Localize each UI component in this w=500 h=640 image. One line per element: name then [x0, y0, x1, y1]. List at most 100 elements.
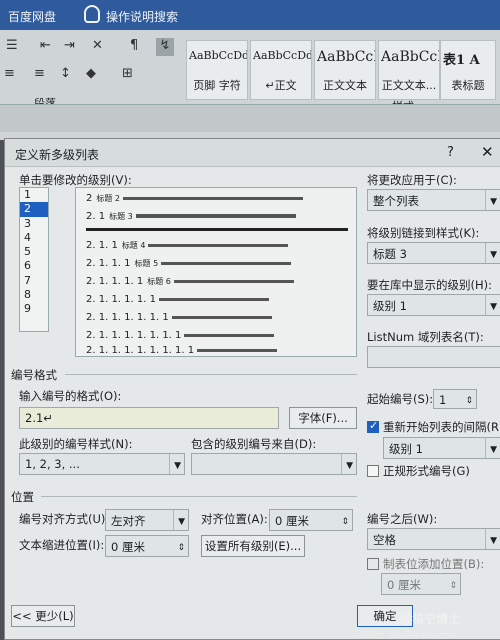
numbering-icon[interactable]: ☰ [6, 38, 18, 56]
set-all-levels-button[interactable]: 设置所有级别(E)... [201, 535, 305, 557]
tab-add-stepper[interactable]: 0 厘米 ⇕ [381, 573, 461, 595]
spin-icon[interactable]: ⇕ [449, 581, 457, 591]
include-level-select[interactable]: ▼ [191, 453, 357, 475]
ruler [0, 104, 500, 132]
preview-number: 2. 1. 1. 1 [86, 257, 131, 269]
enter-format-input[interactable]: 2.1↵ [19, 407, 279, 429]
spin-icon[interactable]: ⇕ [341, 517, 349, 527]
preview-text-line [148, 243, 289, 247]
preview-text-line [135, 214, 296, 218]
style-body-text-2[interactable]: AaBbCcI 正文文本... [378, 40, 440, 100]
style-sample: AaBbCcDdEe [189, 49, 247, 62]
align-at-label: 对齐位置(A): [201, 512, 268, 526]
style-footer-char[interactable]: AaBbCcDdEe 页脚 字符 [186, 40, 248, 100]
level-item[interactable]: 2 [20, 202, 48, 217]
chevron-down-icon: ▼ [490, 197, 497, 207]
photo-timestamp: 2023 10 24 10:50 [356, 628, 455, 640]
less-button[interactable]: << 更少(L) [11, 605, 75, 627]
after-number-value: 空格 [373, 533, 396, 547]
line-spacing-icon[interactable]: ↕ [60, 66, 71, 84]
align-select[interactable]: 左对齐 ▼ [105, 509, 189, 531]
text-indent-stepper[interactable]: 0 厘米 ⇕ [105, 535, 189, 557]
align-left-icon[interactable]: ≡ [4, 66, 15, 84]
preview-text-line [161, 261, 292, 265]
gallery-level-label: 要在库中显示的级别(H): [367, 278, 492, 292]
level-item[interactable]: 8 [20, 288, 48, 302]
style-sample: AaBbCcI [381, 49, 439, 65]
help-button[interactable]: ? [447, 145, 454, 160]
preview-text-line [184, 333, 275, 337]
watermark: @猫宁博士 [400, 612, 461, 626]
preview-number: 2. 1. 1. 1. 1. 1. 1. 1 [86, 329, 182, 341]
close-icon[interactable]: ✕ [481, 143, 494, 161]
text-indent-label: 文本缩进位置(I): [19, 538, 105, 552]
preview-text-line [197, 348, 278, 352]
tell-me-search[interactable]: 操作说明搜索 [106, 8, 178, 25]
spin-icon[interactable]: ⇕ [177, 543, 185, 553]
increase-indent-icon[interactable]: ⇥ [64, 38, 75, 56]
enter-format-label: 输入编号的格式(O): [19, 389, 122, 403]
start-at-value: 1 [439, 393, 447, 407]
restart-checkbox[interactable] [367, 419, 379, 433]
style-name: ↵正文 [265, 79, 297, 92]
tab-add-checkbox[interactable] [367, 558, 379, 570]
chevron-down-icon: ▼ [490, 302, 497, 312]
baidu-netdisk-link[interactable]: 百度网盘 [8, 8, 56, 25]
level-list[interactable]: 123456789 [19, 187, 49, 332]
style-table-title[interactable]: 表1 A 表标题 [440, 40, 496, 100]
link-style-value: 标题 3 [373, 247, 407, 261]
spin-icon[interactable]: ⇕ [465, 396, 473, 406]
style-normal[interactable]: AaBbCcDd ↵正文 [250, 40, 312, 100]
show-marks-icon[interactable]: ¶ [130, 38, 138, 56]
style-name: 页脚 字符 [193, 79, 241, 92]
preview-number: 2. 1. 1. 1. 1. 1 [86, 293, 156, 305]
after-number-label: 编号之后(W): [367, 512, 438, 526]
number-style-label: 此级别的编号样式(N): [19, 437, 133, 451]
style-body-text[interactable]: AaBbCcI 正文文本 [314, 40, 376, 100]
level-item[interactable]: 5 [20, 245, 48, 259]
preview-row: 2. 1. 1. 1. 1. 1. 1. 1 [86, 329, 275, 341]
restart-select[interactable]: 级别 1 ▼ [383, 437, 500, 459]
highlight-icon[interactable]: ↯ [156, 38, 174, 56]
level-item[interactable]: 9 [20, 302, 48, 316]
decrease-indent-icon[interactable]: ⇤ [40, 38, 51, 56]
link-style-label: 将级别链接到样式(K): [367, 226, 480, 240]
text-indent-value: 0 厘米 [111, 540, 145, 554]
apply-to-value: 整个列表 [373, 194, 419, 208]
align-at-stepper[interactable]: 0 厘米 ⇕ [269, 509, 353, 531]
link-style-select[interactable]: 标题 3 ▼ [367, 242, 500, 264]
listnum-input[interactable] [367, 346, 500, 368]
preview-number: 2. 1. 1. 1. 1. 1. 1. 1. 1 [86, 344, 195, 356]
after-number-select[interactable]: 空格 ▼ [367, 528, 500, 550]
preview-row: 2. 1. 1. 1. 1. 1. 1. 1. 1 [86, 344, 278, 356]
gallery-level-select[interactable]: 级别 1 ▼ [367, 294, 500, 316]
restart-label: 重新开始列表的间隔(R): [383, 420, 500, 434]
preview-row: 2. 1 标题 3 [86, 210, 296, 222]
style-sample: AaBbCcI [317, 49, 375, 65]
preview-current-level-line [86, 228, 348, 231]
level-item[interactable]: 7 [20, 274, 48, 288]
borders-icon[interactable]: ⊞ [122, 66, 133, 84]
gallery-level-value: 级别 1 [373, 299, 407, 313]
preview-number: 2. 1. 1 [86, 239, 118, 251]
font-button[interactable]: 字体(F)... [289, 407, 357, 429]
align-label: 编号对齐方式(U): [19, 512, 110, 526]
start-at-stepper[interactable]: 1 ⇕ [433, 389, 477, 409]
level-item[interactable]: 4 [20, 231, 48, 245]
click-level-label: 单击要修改的级别(V): [19, 173, 132, 187]
chevron-down-icon: ▼ [490, 536, 497, 546]
level-item[interactable]: 1 [20, 188, 48, 202]
legal-checkbox[interactable] [367, 465, 379, 477]
level-item[interactable]: 3 [20, 217, 48, 231]
preview-number: 2 [86, 192, 93, 204]
number-style-value: 1, 2, 3, ... [25, 457, 80, 471]
number-style-select[interactable]: 1, 2, 3, ... ▼ [19, 453, 185, 475]
align-center-icon[interactable]: ≡ [34, 66, 45, 84]
sort-icon[interactable]: ✕ [92, 38, 103, 56]
tab-add-value: 0 厘米 [387, 578, 421, 592]
apply-to-select[interactable]: 整个列表 ▼ [367, 189, 500, 211]
list-preview: 2 标题 2 2. 1 标题 3 2. 1. 1 标题 4 2. 1. 1. 1 标题 5 2.… [75, 187, 357, 357]
shading-icon[interactable]: ◆ [86, 66, 96, 84]
preview-text-line [158, 297, 269, 301]
level-item[interactable]: 6 [20, 259, 48, 273]
